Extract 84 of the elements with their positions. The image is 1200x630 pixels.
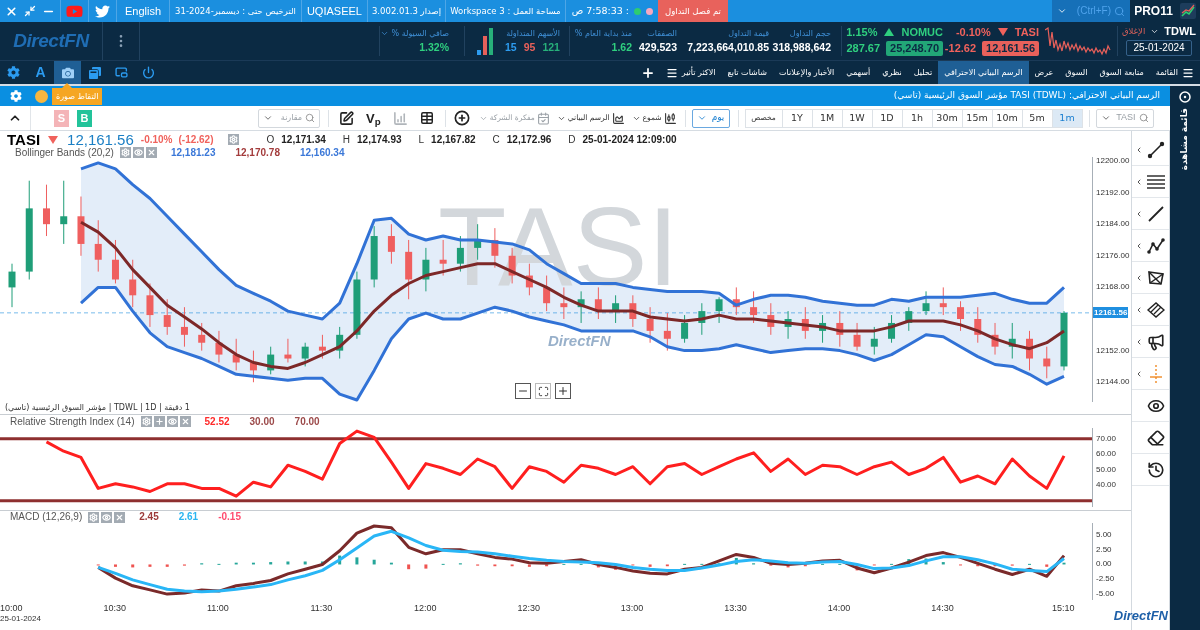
version-text: إصدار 3.002.01.3	[371, 6, 442, 16]
axis-label: 40.00	[1096, 480, 1117, 491]
ohlc-label: H	[342, 134, 350, 145]
ohlc-label: C	[492, 134, 500, 145]
axis-label: 12192.00	[1096, 187, 1130, 198]
user-name: UQIASEEL	[306, 5, 362, 17]
time-label: 13:30	[724, 603, 747, 613]
stat-label: الأسهم المتداولة	[506, 29, 560, 38]
stat-value: 1.32%	[419, 42, 449, 53]
indicator-value: 12,160.34	[299, 147, 345, 158]
ohlc-value: 25-01-2024 12:09:00	[582, 134, 677, 145]
change-value: (-12.62)	[178, 134, 214, 145]
price-badge: 12,161.56	[982, 40, 1039, 56]
axis-label: 12152.00	[1096, 345, 1130, 356]
window-title: الرسم البياني الاحترافي: TASI (TDWL) مؤشر السوق الرئيسية (تاسي)	[893, 89, 1160, 103]
indicator-name: Bollinger Bands (20,2)	[15, 147, 114, 158]
axis-label: -5.00	[1096, 589, 1115, 600]
workspace-text: مساحة العمل : Workspace 3	[450, 6, 561, 16]
time-label: 11:30	[310, 603, 333, 613]
indicator-value: 70.00	[294, 416, 320, 427]
axis-label: 12168.00	[1096, 282, 1130, 293]
axis-label: 60.00	[1096, 449, 1117, 460]
price-badge: 25,248.70	[886, 40, 943, 56]
trading-status-badge: تم فصل التداول	[658, 0, 728, 22]
indicator-value: 2.45	[139, 512, 159, 522]
stat-value: 7,223,664,010.85	[687, 41, 769, 53]
time-label: 11:00	[206, 603, 229, 613]
ohlc-label: L	[418, 134, 425, 145]
indicator-name: MACD (12,26,9)	[10, 512, 83, 522]
indicator-value: 30.00	[249, 416, 275, 427]
tooltip: التقاط صورة	[52, 83, 103, 105]
change-value: 287.67	[846, 42, 881, 54]
axis-label: 12144.00	[1096, 377, 1130, 388]
indicator-value: -0.15	[218, 512, 241, 522]
time-label: 15:10	[1052, 603, 1075, 613]
axis-label: 50.00	[1096, 464, 1117, 475]
ohlc-label: O	[266, 134, 275, 145]
time-label: 14:30	[931, 603, 954, 613]
ohlc-value: 12,167.82	[431, 134, 476, 145]
clock-text: : 7:58:33 ص	[571, 6, 629, 16]
axis-label: -2.50	[1096, 574, 1115, 585]
axis-label: 12176.00	[1096, 250, 1130, 261]
time-label: 12:30	[517, 603, 540, 613]
exchange-label: الإغلاق	[1121, 27, 1146, 36]
symbol-label: TASI	[7, 132, 41, 147]
license-text: الترخيص حتى : ديسمبر-2024-31	[175, 6, 296, 16]
time-label: 14:00	[827, 603, 851, 613]
change-value: -12.62	[944, 42, 977, 54]
change-percent: 1.15%	[846, 26, 878, 38]
time-label: 10:30	[103, 603, 126, 613]
chart-caption: 1 دقيقة | TDWL | 1D | مؤشر السوق الرئيسية (تاسي)	[5, 404, 190, 412]
date-label: 25-01-2024	[0, 614, 41, 624]
count-value: 121	[542, 41, 560, 53]
brand-watermark: DirectFN	[548, 333, 611, 349]
indicator-value: 2.61	[178, 512, 199, 522]
price-value: 12,161.56	[67, 132, 134, 147]
count-value: 95	[523, 41, 536, 53]
axis-label: 0.00	[1096, 559, 1112, 570]
change-percent: -0.10%	[140, 134, 173, 145]
count-value: 15	[505, 41, 517, 53]
stat-label: قيمة التداول	[728, 29, 769, 38]
edition-label: PRO11	[1134, 5, 1173, 17]
axis-label: 5.00	[1096, 529, 1112, 540]
axis-label: 70.00	[1096, 433, 1117, 444]
time-label: 12:00	[413, 603, 437, 613]
time-label: 10:00	[0, 603, 23, 613]
stat-label: حجم التداول	[789, 29, 831, 38]
indicator-name: Relative Strength Index (14)	[10, 416, 135, 427]
ohlc-label: D	[568, 134, 576, 145]
change-percent: -0.10%	[955, 26, 991, 38]
stat-label: صافي السيولة %	[391, 29, 449, 38]
ohlc-value: 12,172.96	[506, 134, 552, 145]
time-label: 13:00	[620, 603, 644, 613]
price-tag: 12161.56	[1093, 307, 1129, 319]
brand-logo: DirectFN	[1113, 609, 1168, 623]
indicator-value: 12,181.23	[170, 147, 216, 158]
ohlc-value: 12,171.34	[281, 134, 326, 145]
axis-label: 2.50	[1096, 544, 1112, 555]
indicator-value: 52.52	[204, 416, 230, 427]
ohlc-value: 12,174.93	[357, 134, 402, 145]
indicator-value: 12,170.78	[235, 147, 280, 158]
stat-value: 318,988,642	[772, 41, 831, 53]
axis-label: 12200.00	[1096, 155, 1130, 166]
axis-label: 12184.00	[1096, 219, 1130, 230]
